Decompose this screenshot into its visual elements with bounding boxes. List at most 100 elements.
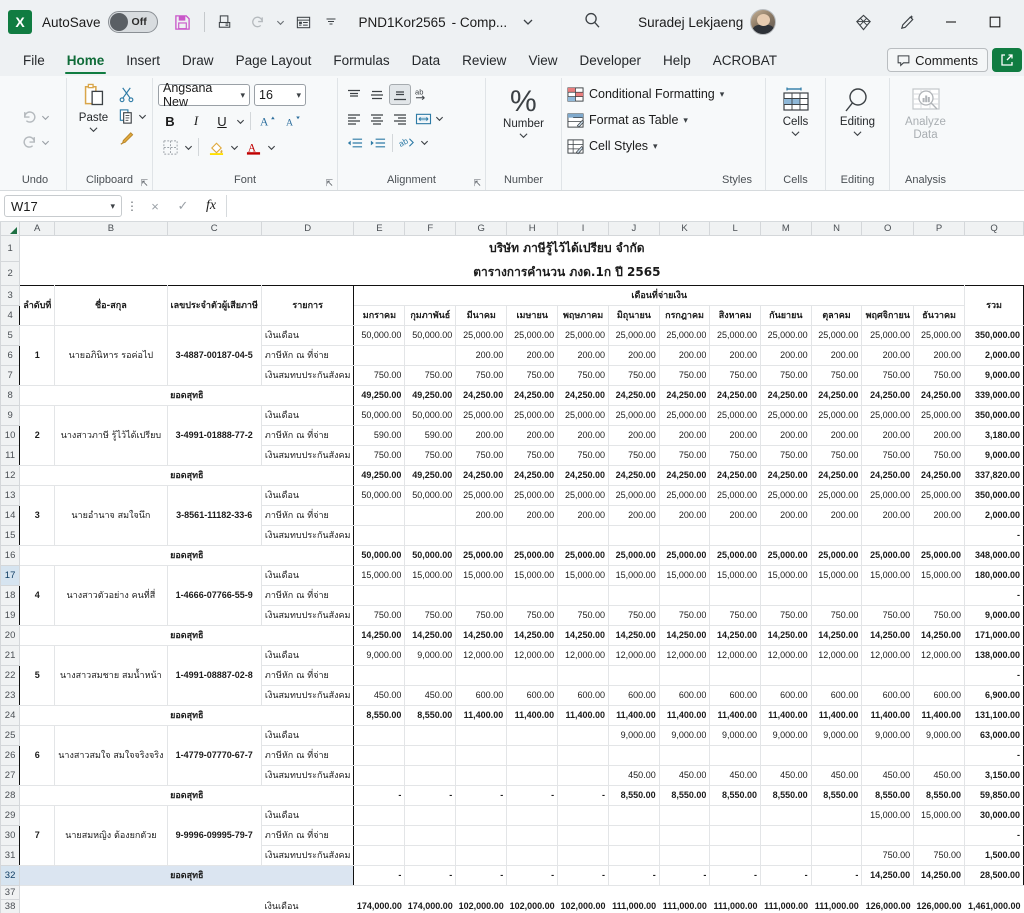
cell-wht-m7[interactable]: 200.00: [658, 504, 711, 526]
cell-wht-m10[interactable]: 200.00: [810, 504, 863, 526]
confirm-formula-icon[interactable]: ✓: [170, 195, 196, 217]
borders-button[interactable]: [158, 136, 182, 158]
fill-color-dropdown-icon[interactable]: [230, 143, 239, 152]
cell-wht-m7[interactable]: [658, 824, 711, 846]
conditional-formatting-chevron-down-icon[interactable]: ▾: [720, 89, 725, 100]
cell-salary-m6[interactable]: 12,000.00: [608, 644, 660, 666]
cell-wht-m8[interactable]: [709, 664, 762, 686]
summary-cell-m3[interactable]: 102,000.00: [455, 899, 507, 913]
table-row[interactable]: 29 7 นายสมหญิง ต้องยกตัวย 9-9996-09995-79-7…: [0, 804, 1024, 866]
cell-sso-m8[interactable]: 750.00: [709, 604, 762, 626]
cell-net-m5[interactable]: 14,250.00: [557, 624, 610, 646]
cell-sso-m11[interactable]: 750.00: [861, 844, 915, 866]
row-header-2[interactable]: 2: [0, 260, 21, 286]
copy-button[interactable]: [115, 106, 137, 126]
cell-net-m6[interactable]: 11,400.00: [608, 704, 660, 726]
cell-sso-m4[interactable]: [506, 764, 559, 786]
table-row[interactable]: 5 1 นายอภินิหาร รอค่อไป 3-4887-00187-04-5 เง…: [0, 324, 1024, 386]
spreadsheet-grid[interactable]: A B C D E F G H I J K L M N O P Q 1 บริษัท ภาษีรู้ไว้ได้เป…: [0, 222, 1024, 913]
cell-sso-m11[interactable]: 600.00: [861, 684, 915, 706]
cell-wht-m12[interactable]: 200.00: [913, 344, 966, 366]
cell-sso-m11[interactable]: 750.00: [861, 364, 915, 386]
format-as-table-chevron-down-icon[interactable]: ▾: [683, 115, 688, 126]
cell-wht-m1[interactable]: [353, 344, 406, 366]
column-header-F[interactable]: F: [404, 222, 457, 236]
cell-salary-m10[interactable]: 9,000.00: [810, 724, 863, 746]
cell-salary-m12[interactable]: 15,000.00: [913, 804, 966, 826]
orientation-button[interactable]: ab: [412, 84, 434, 105]
cell-wht-m6[interactable]: [608, 824, 660, 846]
cell-net-m2[interactable]: 49,250.00: [404, 464, 457, 486]
column-header-D[interactable]: D: [260, 222, 355, 236]
cell-wht-m4[interactable]: [506, 824, 559, 846]
cell-wht-m4[interactable]: [506, 744, 559, 766]
cell-wht-m3[interactable]: 200.00: [455, 504, 508, 526]
cell-sso-m4[interactable]: 750.00: [506, 364, 559, 386]
cell-net-m5[interactable]: -: [557, 784, 610, 806]
cell-sso-m12[interactable]: 750.00: [913, 604, 966, 626]
cell-salary-m2[interactable]: 50,000.00: [404, 404, 457, 426]
cell-sso-m10[interactable]: 600.00: [810, 684, 863, 706]
cell-wht-m11[interactable]: [861, 584, 915, 606]
cell-sso-m9[interactable]: 600.00: [760, 684, 812, 706]
cell-net-m10[interactable]: 11,400.00: [810, 704, 863, 726]
cell-net-m12[interactable]: 24,250.00: [913, 384, 966, 406]
cell-salary-m1[interactable]: [353, 804, 406, 826]
tab-draw[interactable]: Draw: [171, 44, 225, 76]
cell-salary-total[interactable]: 350,000.00: [964, 324, 1024, 346]
cell-salary-m3[interactable]: 15,000.00: [455, 564, 508, 586]
cell-salary-m11[interactable]: 9,000.00: [861, 724, 915, 746]
cell-net-m7[interactable]: 8,550.00: [658, 784, 711, 806]
cell-wht-m8[interactable]: [709, 584, 762, 606]
summary-cell-m8[interactable]: 111,000.00: [709, 899, 761, 913]
cell-net-m8[interactable]: 8,550.00: [709, 784, 762, 806]
row-header-23[interactable]: 23: [0, 684, 21, 706]
cell-net-total[interactable]: 28,500.00: [964, 864, 1024, 886]
cell-net-m4[interactable]: 25,000.00: [506, 544, 559, 566]
cell-wht-m2[interactable]: [404, 344, 457, 366]
share-button[interactable]: [992, 48, 1022, 72]
insert-function-icon[interactable]: fx: [198, 195, 224, 217]
cell-net-m11[interactable]: 14,250.00: [861, 624, 915, 646]
cell-net-m8[interactable]: -: [709, 864, 762, 886]
cell-salary-m4[interactable]: 15,000.00: [506, 564, 559, 586]
cell-salary-m8[interactable]: 25,000.00: [709, 484, 762, 506]
sheet-table[interactable]: A B C D E F G H I J K L M N O P Q 1 บริษัท ภาษีรู้ไว้ได้เป…: [0, 222, 1024, 913]
underline-button[interactable]: U: [210, 110, 234, 132]
customize-qat-icon[interactable]: [321, 8, 341, 36]
row-header-12[interactable]: 12: [0, 464, 21, 486]
cell-salary-m9[interactable]: 9,000.00: [760, 724, 812, 746]
sheet-row-2[interactable]: 2 ตารางการคำนวน ภงด.1ก ปี 2565: [0, 260, 1024, 286]
cell-net-m4[interactable]: 24,250.00: [506, 464, 559, 486]
cell-wht-m1[interactable]: [353, 664, 406, 686]
column-header-G[interactable]: G: [455, 222, 508, 236]
cell-wht-m11[interactable]: 200.00: [861, 504, 915, 526]
cell-net-m9[interactable]: 24,250.00: [760, 464, 812, 486]
redo-ribbon-button[interactable]: [20, 133, 39, 152]
summary-cell-m9[interactable]: 111,000.00: [760, 899, 812, 913]
editing-dropdown-icon[interactable]: [852, 129, 863, 138]
tab-review[interactable]: Review: [451, 44, 517, 76]
save-button[interactable]: [168, 8, 198, 36]
cell-wht-m12[interactable]: 200.00: [913, 504, 966, 526]
cell-sso-m3[interactable]: [455, 524, 508, 546]
cell-net-m6[interactable]: 14,250.00: [608, 624, 660, 646]
cell-net-m9[interactable]: 24,250.00: [760, 384, 812, 406]
minimize-button[interactable]: [930, 7, 972, 37]
cell-wht-m2[interactable]: [404, 584, 457, 606]
cell-salary-m9[interactable]: 15,000.00: [760, 564, 812, 586]
cell-sso-total[interactable]: 3,150.00: [964, 764, 1024, 786]
cell-wht-total[interactable]: -: [964, 744, 1024, 766]
tab-developer[interactable]: Developer: [568, 44, 652, 76]
cell-salary-m7[interactable]: 25,000.00: [658, 324, 711, 346]
cell-salary-m10[interactable]: 12,000.00: [810, 644, 863, 666]
summary-cell-m5[interactable]: 102,000.00: [557, 899, 609, 913]
cell-sso-m1[interactable]: 750.00: [353, 444, 406, 466]
cell-salary-m8[interactable]: 25,000.00: [709, 324, 762, 346]
cell-salary-m10[interactable]: 25,000.00: [810, 484, 863, 506]
cell-wht-m10[interactable]: 200.00: [810, 344, 863, 366]
cell-net-m8[interactable]: 11,400.00: [709, 704, 762, 726]
row-header-17[interactable]: 17: [0, 564, 21, 586]
italic-button[interactable]: I: [184, 110, 208, 132]
cell-sso-m1[interactable]: 750.00: [353, 604, 406, 626]
